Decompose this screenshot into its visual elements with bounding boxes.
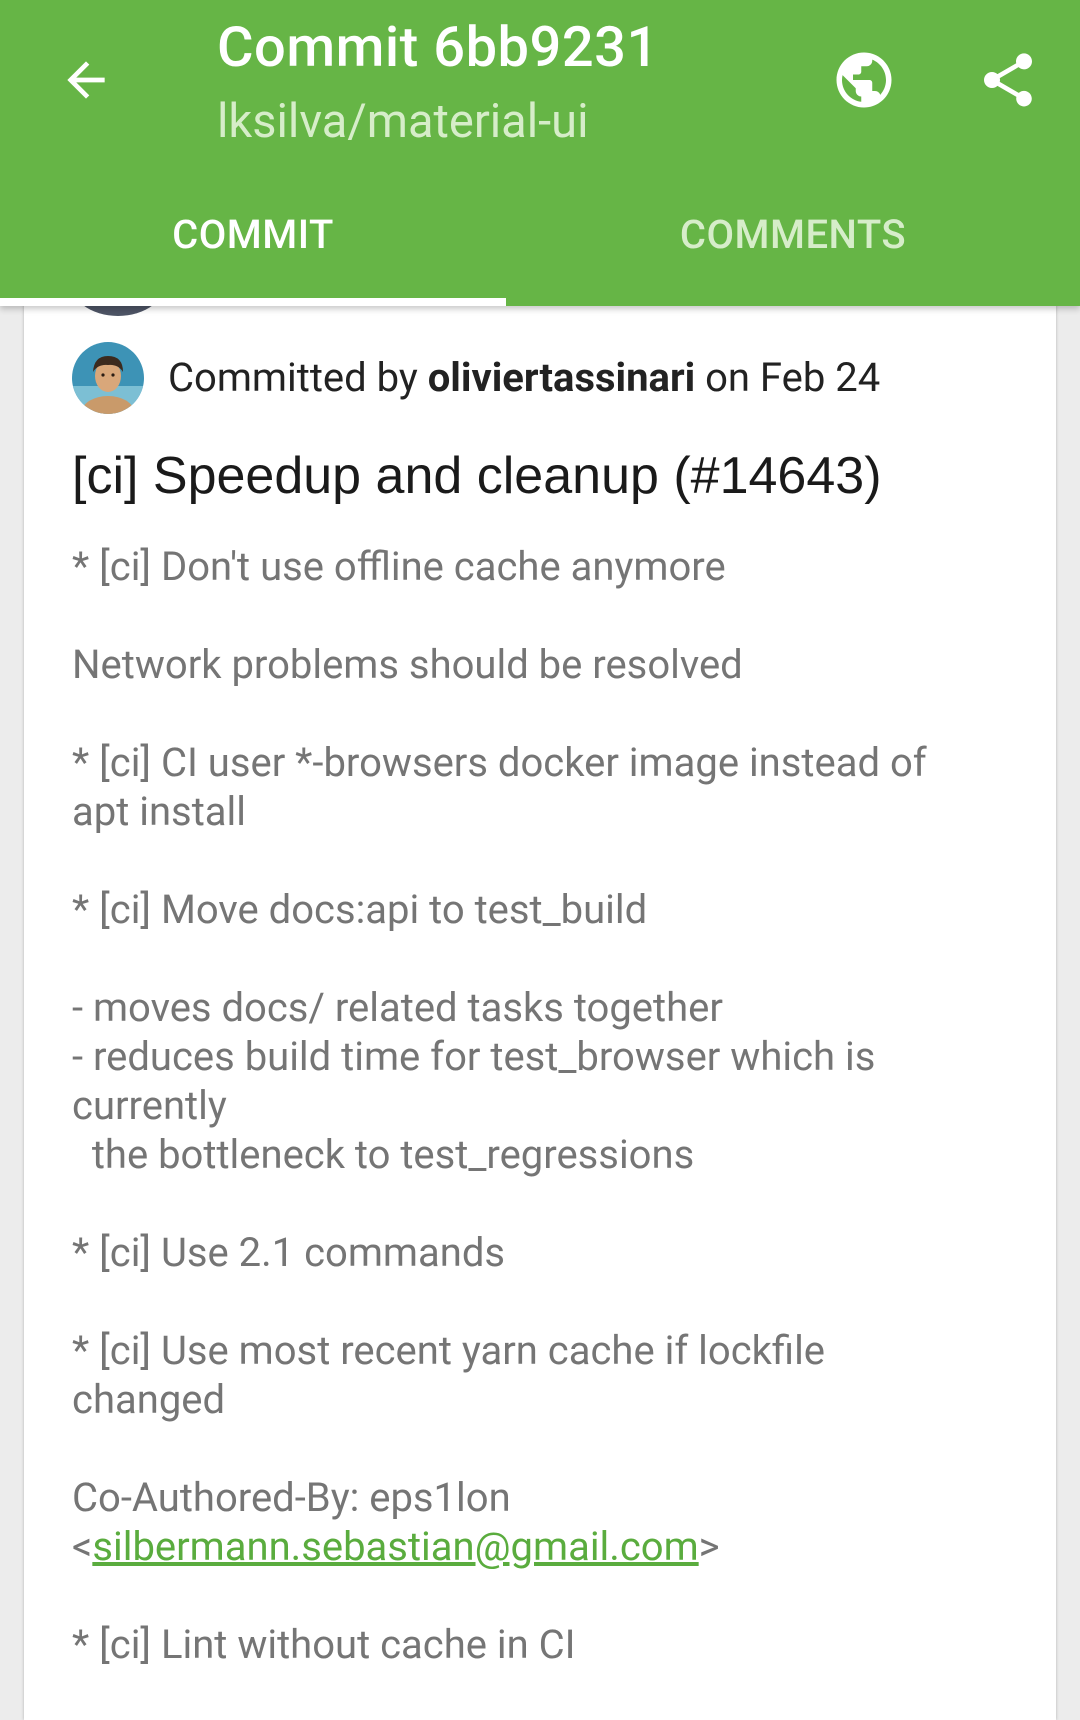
coauthor-email-line: <silbermann.sebastian@gmail.com> [72,1522,1012,1571]
repo-subtitle: lksilva/material-ui [217,94,589,149]
commit-title: [ci] Speedup and cleanup (#14643) [72,447,882,505]
tab-indicator [0,298,506,306]
avatar[interactable] [72,342,144,414]
message-line: * [ci] Use most recent yarn cache if loc… [72,1327,826,1374]
committed-by-line: Committed by oliviertassinari on Feb 24 [168,354,880,401]
message-line: * [ci] CI user *-browsers docker image i… [72,739,927,786]
message-line: changed [72,1376,226,1423]
commit-date: on Feb 24 [705,354,881,401]
author-avatar-image [72,342,144,414]
share-button[interactable] [968,40,1048,120]
globe-icon [836,52,892,108]
message-line: currently [72,1082,227,1129]
share-icon [984,53,1032,107]
message-line: Co-Authored-By: eps1lon [72,1474,511,1521]
page-title: Commit 6bb9231 [217,14,659,80]
back-button[interactable] [50,48,122,112]
tab-comments[interactable]: COMMENTS [540,196,1046,306]
author-name[interactable]: oliviertassinari [428,354,696,401]
message-line: * [ci] Don't use offline cache anymore [72,543,726,590]
message-line: * [ci] Lint without cache in CI [72,1621,576,1668]
message-line: Network problems should be resolved [72,641,743,688]
coauthor-email-link[interactable]: silbermann.sebastian@gmail.com [92,1523,698,1570]
message-line: apt install [72,788,246,835]
email-close-bracket: > [698,1523,720,1570]
message-line: * [ci] Move docs:api to test_build [72,886,648,933]
app-bar: Commit 6bb9231 lksilva/material-ui COMMI… [0,0,1080,306]
email-open-bracket: < [72,1523,93,1570]
tab-commit[interactable]: COMMIT [0,196,506,306]
message-line: - moves docs/ related tasks together [72,984,723,1031]
message-line: - reduces build time for test_browser wh… [72,1033,876,1080]
arrow-left-icon [67,61,105,99]
committed-by-prefix: Committed by [168,354,418,401]
open-in-browser-button[interactable] [824,40,904,120]
message-line: * [ci] Use 2.1 commands [72,1229,506,1276]
message-line: the bottleneck to test_regressions [72,1131,695,1178]
